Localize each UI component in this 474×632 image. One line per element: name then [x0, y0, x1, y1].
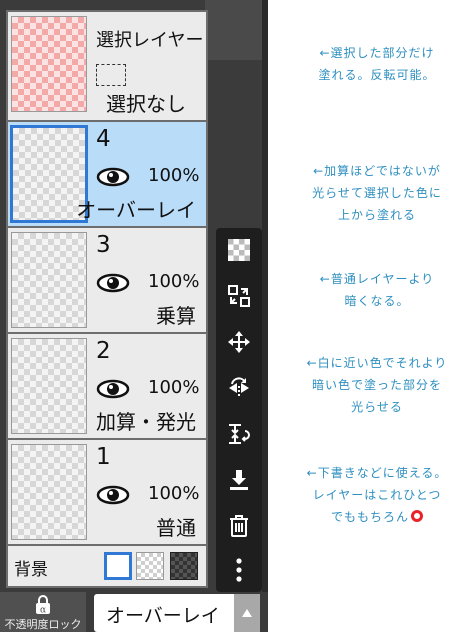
- background-dark-swatch[interactable]: [170, 552, 198, 580]
- background-transparent-swatch[interactable]: [136, 552, 164, 580]
- layer-blend-mode: 加算・発光: [96, 410, 196, 434]
- svg-text:α: α: [40, 606, 46, 616]
- layer-thumbnail: [11, 444, 87, 540]
- trash-icon[interactable]: [216, 506, 262, 546]
- layer-thumbnail: [11, 338, 87, 434]
- note-selection-layer: ←選択した部分だけ 塗れる。反転可能。: [318, 46, 436, 82]
- layer-blend-mode: オーバーレイ: [76, 198, 196, 222]
- selection-layer-thumbnail: [11, 16, 87, 112]
- layer-row-2[interactable]: 2 100% 加算・発光: [8, 334, 206, 440]
- layer-toolbar: [216, 228, 262, 592]
- background-layer-row: 背景: [8, 546, 206, 586]
- right-edge: [262, 0, 268, 632]
- blend-mode-select[interactable]: オーバーレイ: [94, 594, 234, 632]
- layer-opacity: 100%: [148, 377, 200, 398]
- layer-number: 1: [96, 444, 111, 470]
- note-normal: ←下書きなどに使える。 レイヤーはこれひとつ でももちろん: [306, 466, 448, 524]
- transparency-checker-icon[interactable]: [216, 230, 262, 270]
- opacity-lock-label: 不透明度ロック: [4, 618, 82, 631]
- layer-number: 3: [96, 232, 111, 258]
- red-circle-mark: [411, 510, 423, 522]
- move-arrows-icon[interactable]: [216, 322, 262, 362]
- layer-opacity: 100%: [148, 165, 200, 186]
- visibility-eye-icon[interactable]: [96, 378, 130, 400]
- layers-panel: 選択レイヤー 選択なし 4 100% オーバーレイ 3 100% 乗算 2 10…: [6, 10, 208, 588]
- selection-marquee-icon: [96, 64, 126, 86]
- selection-status: 選択なし: [106, 92, 186, 116]
- selection-layer-row[interactable]: 選択レイヤー 選択なし: [8, 12, 206, 122]
- visibility-eye-icon[interactable]: [96, 166, 130, 188]
- layer-number: 4: [96, 126, 111, 152]
- layer-move-icon[interactable]: [216, 276, 262, 316]
- layer-blend-mode: 乗算: [156, 304, 196, 328]
- layer-row-1[interactable]: 1 100% 普通: [8, 440, 206, 546]
- layer-row-3[interactable]: 3 100% 乗算: [8, 228, 206, 334]
- note-add-glow: ←白に近い色でそれより 暗い色で塗った部分を 光らせる: [306, 356, 448, 414]
- top-strip: [205, 0, 268, 60]
- note-overlay: ←加算ほどではないが 光らせて選択した色に 上から塗れる: [312, 164, 442, 222]
- background-white-swatch[interactable]: [104, 552, 132, 580]
- blend-mode-dropdown-button[interactable]: [234, 594, 260, 632]
- layer-thumbnail: [11, 232, 87, 328]
- chevron-up-icon: [242, 609, 252, 617]
- visibility-eye-icon[interactable]: [96, 484, 130, 506]
- selection-layer-title: 選択レイヤー: [96, 30, 204, 51]
- layer-opacity: 100%: [148, 271, 200, 292]
- visibility-eye-icon[interactable]: [96, 272, 130, 294]
- layer-number: 2: [96, 338, 111, 364]
- layer-opacity: 100%: [148, 483, 200, 504]
- background-label: 背景: [14, 560, 48, 580]
- flip-horizontal-icon[interactable]: [216, 368, 262, 408]
- more-vertical-icon[interactable]: [216, 550, 262, 590]
- merge-down-icon[interactable]: [216, 414, 262, 454]
- note-multiply: ←普通レイヤーより 暗くなる。: [319, 272, 435, 308]
- opacity-lock-button[interactable]: α 不透明度ロック: [0, 592, 86, 632]
- import-icon[interactable]: [216, 460, 262, 500]
- bottom-bar: α 不透明度ロック オーバーレイ: [0, 592, 268, 632]
- lock-icon: α: [36, 595, 50, 616]
- layer-blend-mode: 普通: [156, 516, 196, 540]
- blend-mode-value: オーバーレイ: [106, 605, 220, 627]
- layer-row-4[interactable]: 4 100% オーバーレイ: [8, 122, 206, 228]
